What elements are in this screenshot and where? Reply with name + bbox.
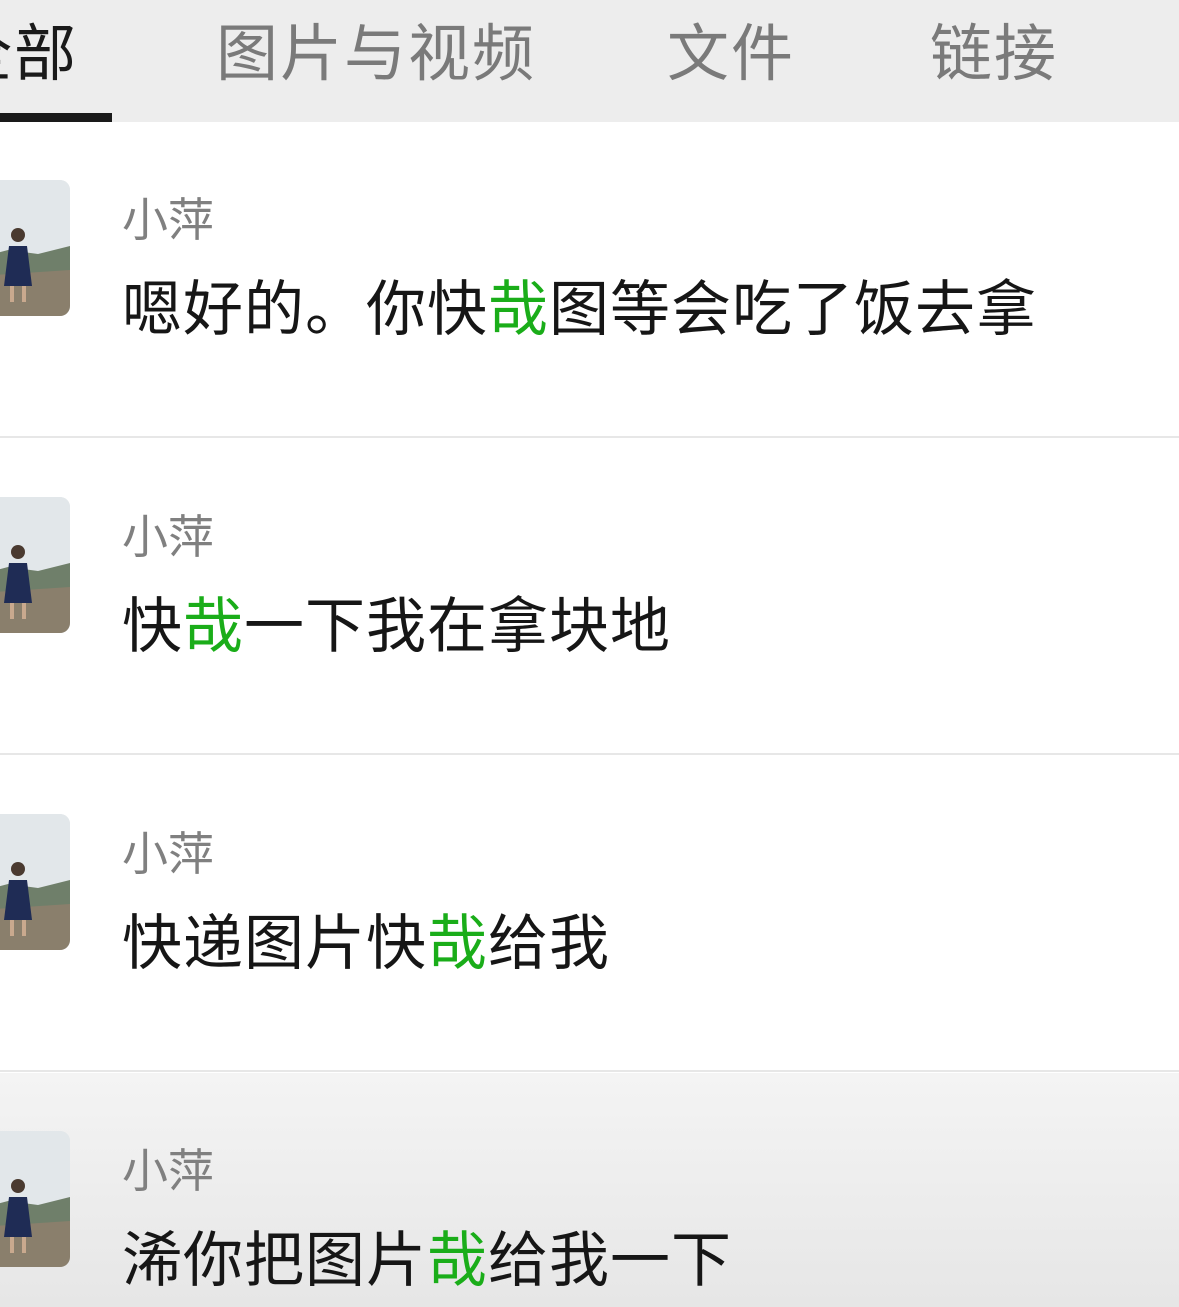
result-row[interactable]: 小萍 快哉一下我在拿块地 bbox=[0, 439, 1179, 755]
search-match-highlight: 哉 bbox=[427, 1226, 488, 1296]
message-text-after: 一下我在拿块地 bbox=[244, 592, 671, 662]
avatar[interactable] bbox=[0, 1131, 70, 1267]
message-text: 快哉一下我在拿块地 bbox=[122, 589, 671, 665]
message-text-after: 图等会吃了饭去拿 bbox=[549, 275, 1037, 345]
divider bbox=[0, 1070, 1179, 1072]
tab-photos-videos[interactable]: 图片与视频 bbox=[216, 14, 536, 94]
tab-links[interactable]: 链接 bbox=[930, 14, 1058, 94]
message-text-before: 快递图片快 bbox=[122, 909, 427, 979]
tab-files[interactable]: 文件 bbox=[667, 14, 795, 94]
filter-tab-bar: 全部 图片与视频 文件 链接 bbox=[0, 0, 1179, 122]
avatar[interactable] bbox=[0, 497, 70, 633]
result-row[interactable]: 小萍 浠你把图片哉给我一下 bbox=[0, 1073, 1179, 1307]
divider bbox=[0, 436, 1179, 438]
sender-name: 小萍 bbox=[122, 193, 214, 247]
search-match-highlight: 哉 bbox=[427, 909, 488, 979]
avatar[interactable] bbox=[0, 180, 70, 316]
divider bbox=[0, 753, 1179, 755]
message-text: 浠你把图片哉给我一下 bbox=[122, 1223, 732, 1299]
avatar-photo-image bbox=[0, 1131, 70, 1267]
message-text: 嗯好的。你快哉图等会吃了饭去拿 bbox=[122, 272, 1037, 348]
sender-name: 小萍 bbox=[122, 827, 214, 881]
message-text: 快递图片快哉给我 bbox=[122, 906, 610, 982]
avatar-photo-image bbox=[0, 497, 70, 633]
active-tab-indicator bbox=[0, 113, 112, 122]
message-text-after: 给我一下 bbox=[488, 1226, 732, 1296]
avatar-photo-image bbox=[0, 180, 70, 316]
sender-name: 小萍 bbox=[122, 510, 214, 564]
search-match-highlight: 哉 bbox=[183, 592, 244, 662]
avatar[interactable] bbox=[0, 814, 70, 950]
result-row[interactable]: 小萍 快递图片快哉给我 bbox=[0, 756, 1179, 1072]
search-results-list: 小萍 嗯好的。你快哉图等会吃了饭去拿 小萍 快哉一下我在拿块地 小萍 快递图片快… bbox=[0, 122, 1179, 1307]
result-row[interactable]: 小萍 嗯好的。你快哉图等会吃了饭去拿 bbox=[0, 122, 1179, 438]
message-text-before: 嗯好的。你快 bbox=[122, 275, 488, 345]
avatar-photo-image bbox=[0, 814, 70, 950]
message-text-after: 给我 bbox=[488, 909, 610, 979]
search-match-highlight: 哉 bbox=[488, 275, 549, 345]
message-text-before: 快 bbox=[122, 592, 183, 662]
sender-name: 小萍 bbox=[122, 1144, 214, 1198]
message-text-before: 浠你把图片 bbox=[122, 1226, 427, 1296]
tab-all[interactable]: 全部 bbox=[0, 14, 78, 94]
